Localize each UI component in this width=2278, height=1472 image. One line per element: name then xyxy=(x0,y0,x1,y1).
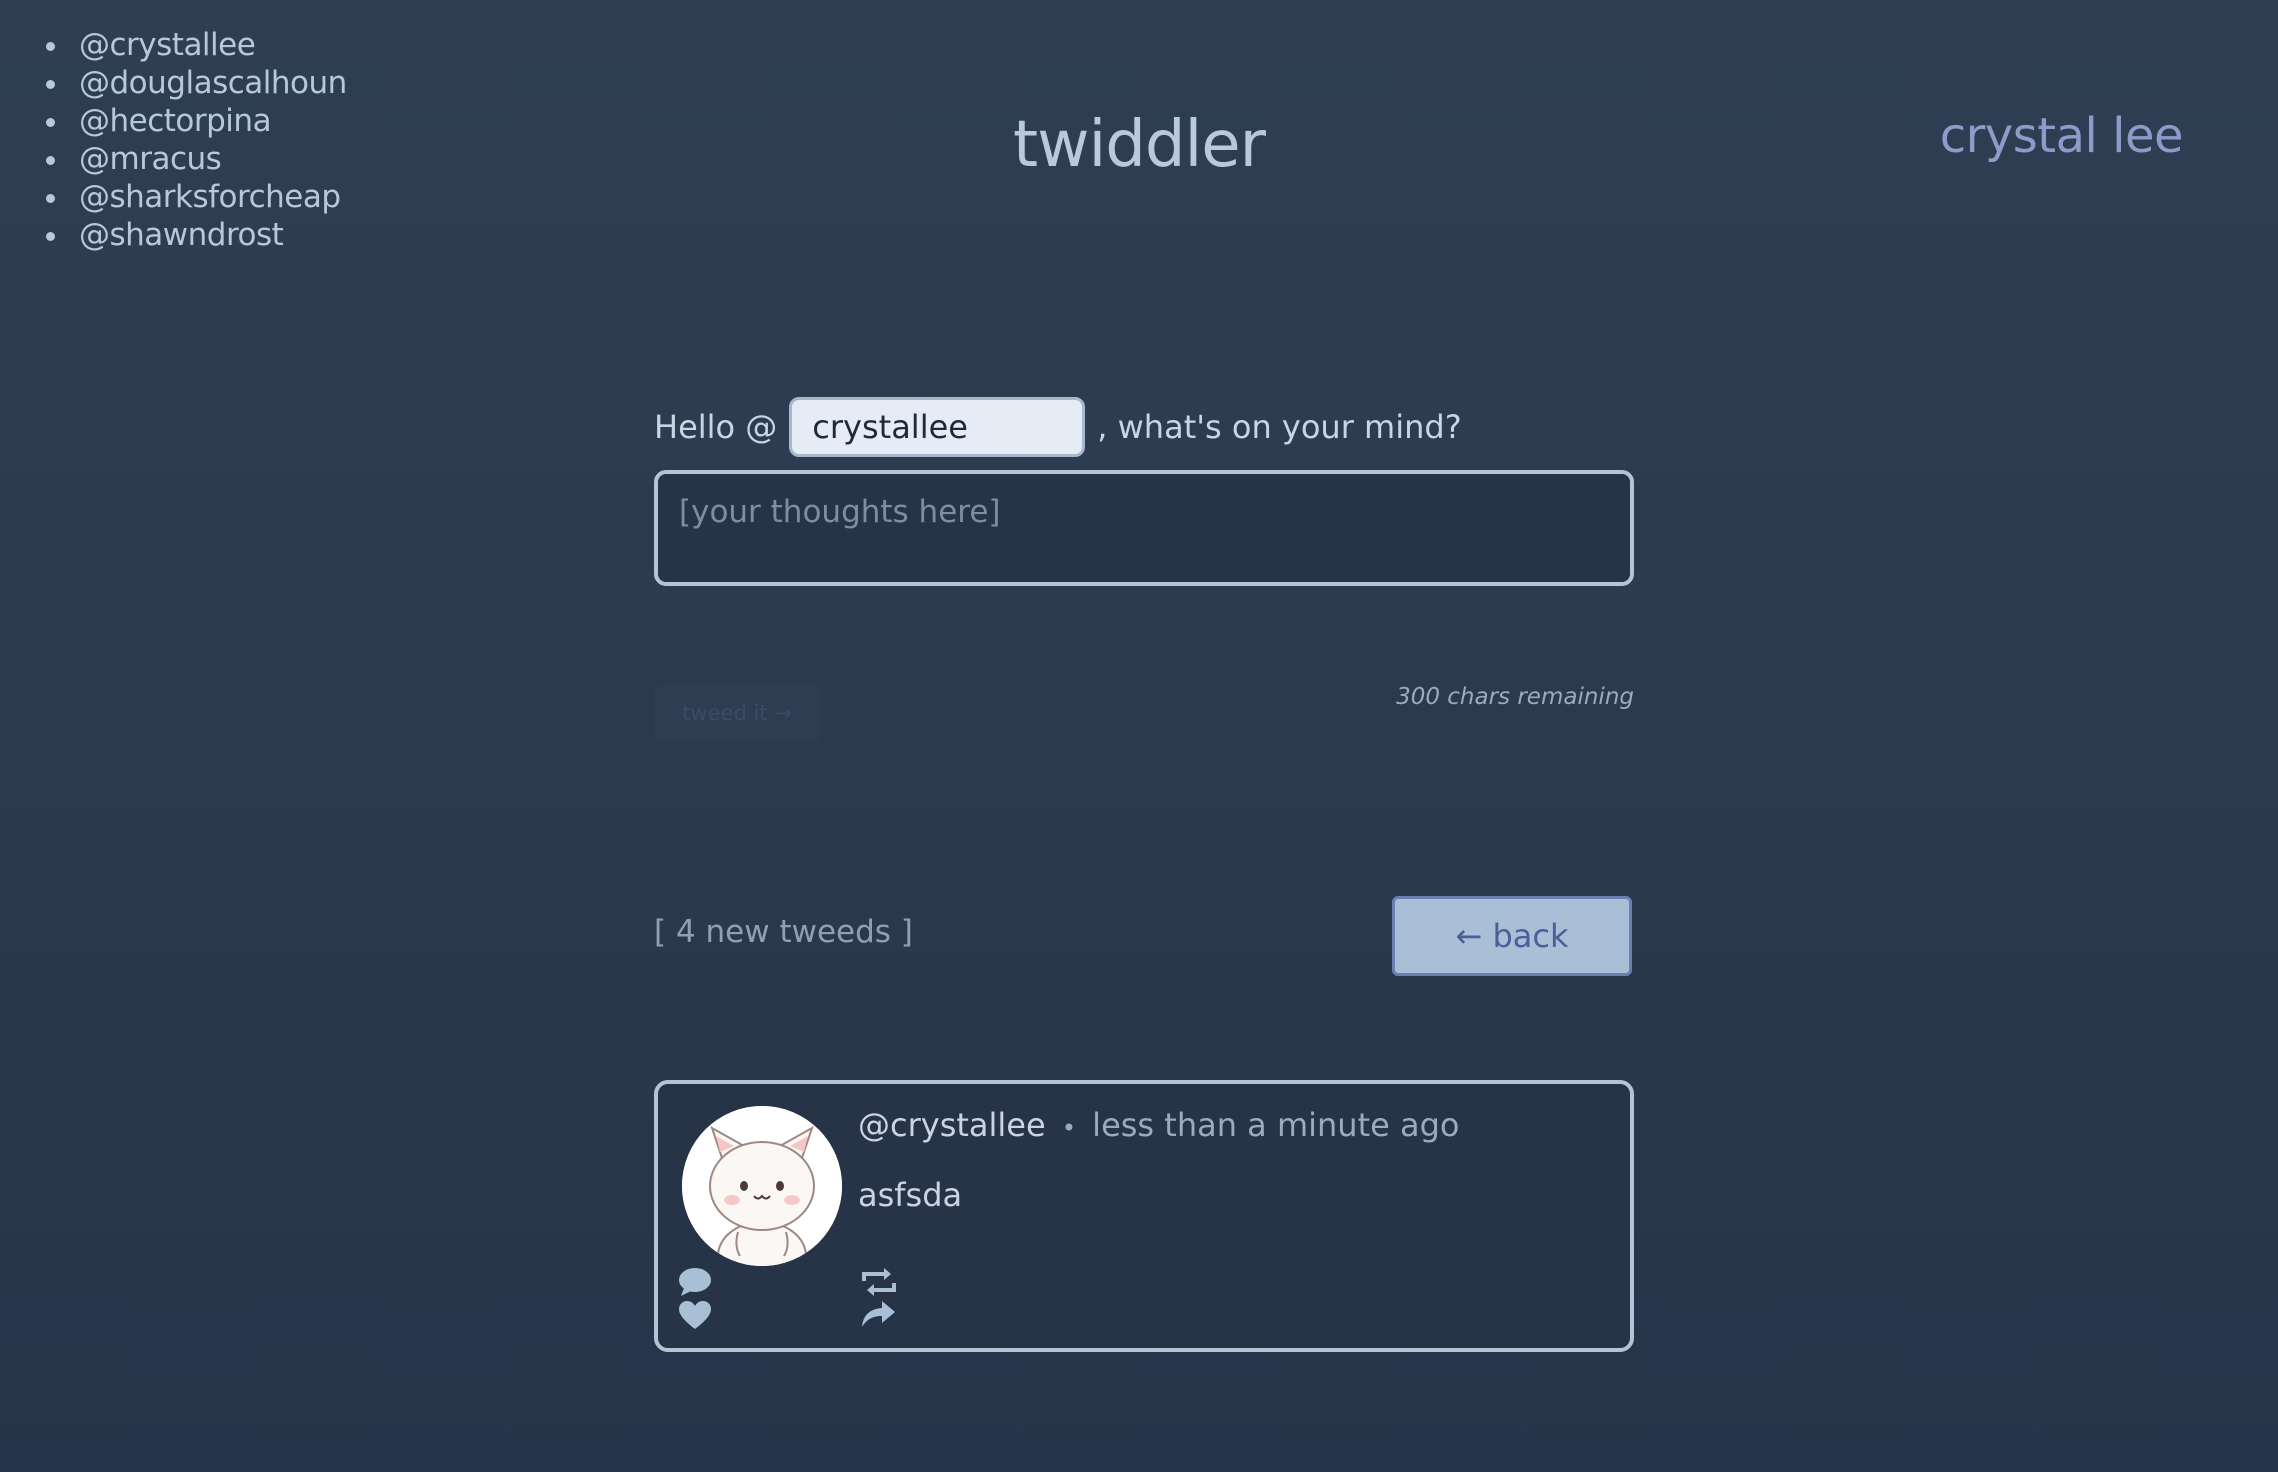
greeting-prefix: Hello @ xyxy=(654,408,778,446)
new-tweeds-indicator[interactable]: [ 4 new tweeds ] xyxy=(654,914,913,950)
cat-avatar-icon xyxy=(682,1106,842,1266)
user-list-item[interactable]: @crystallee xyxy=(44,26,347,64)
tweet-compose-textarea[interactable] xyxy=(654,470,1634,586)
tweet-meta: @crystallee • less than a minute ago xyxy=(858,1106,1459,1144)
user-list-item[interactable]: @douglascalhoun xyxy=(44,64,347,102)
chars-remaining: 300 chars remaining xyxy=(1396,684,1634,710)
comment-icon[interactable] xyxy=(678,1267,712,1301)
current-user-name: crystal lee xyxy=(1939,108,2184,164)
tweet-handle[interactable]: @crystallee xyxy=(858,1106,1046,1144)
tweed-it-button[interactable]: tweed it → xyxy=(654,684,820,742)
app-title: twiddler xyxy=(1013,108,1266,182)
greeting-row: Hello @ , what's on your mind? xyxy=(654,395,1462,459)
greeting-suffix: , what's on your mind? xyxy=(1097,408,1462,446)
meta-separator: • xyxy=(1061,1114,1076,1142)
retweet-icon[interactable] xyxy=(860,1267,898,1301)
avatar[interactable] xyxy=(682,1106,842,1266)
tweet-timestamp: less than a minute ago xyxy=(1092,1106,1460,1144)
heart-icon[interactable] xyxy=(678,1300,712,1334)
back-button[interactable]: ← back xyxy=(1392,896,1632,976)
tweet-card: @crystallee • less than a minute ago asf… xyxy=(654,1080,1634,1352)
handle-input[interactable] xyxy=(789,397,1086,457)
user-list-item[interactable]: @shawndrost xyxy=(44,216,347,254)
user-list-item[interactable]: @sharksforcheap xyxy=(44,178,347,216)
tweet-text: asfsda xyxy=(858,1176,963,1214)
share-icon[interactable] xyxy=(860,1300,896,1334)
